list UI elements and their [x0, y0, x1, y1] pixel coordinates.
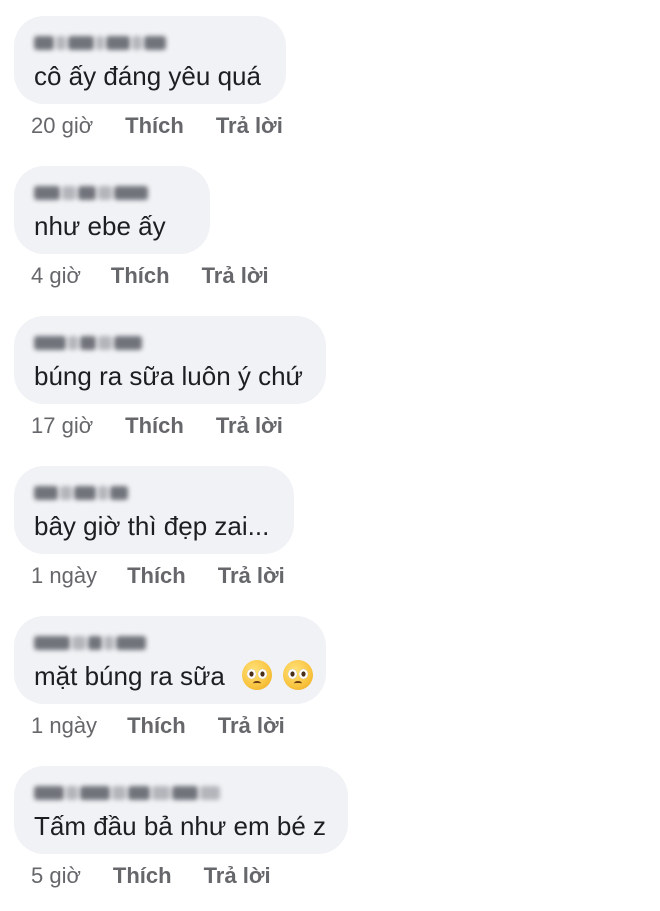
comment-actions: 5 giờ Thích Trả lời [31, 863, 271, 889]
like-button[interactable]: Thích [127, 563, 186, 589]
comment-bubble[interactable]: búng ra sữa luôn ý chứ [14, 316, 326, 404]
comment-timestamp: 1 ngày [31, 563, 98, 588]
comment-actions: 20 giờ Thích Trả lời [31, 113, 283, 139]
blurred-author-name[interactable] [34, 782, 220, 804]
comment-text: cô ấy đáng yêu quá [34, 61, 261, 91]
comment-text: như ebe ấy [34, 211, 166, 241]
like-button[interactable]: Thích [127, 713, 186, 739]
blurred-author-name[interactable] [34, 182, 148, 204]
reply-button[interactable]: Trả lời [218, 563, 285, 589]
blurred-author-name[interactable] [34, 332, 142, 354]
like-button[interactable]: Thích [111, 263, 170, 289]
comment-text: búng ra sữa luôn ý chứ [34, 361, 303, 391]
reply-button[interactable]: Trả lời [202, 263, 269, 289]
comment-actions: 1 ngày Thích Trả lời [31, 563, 285, 589]
comment: búng ra sữa luôn ý chứ 17 giờ Thích Trả … [14, 316, 326, 438]
pleading-face-emoji-icon [283, 660, 314, 690]
comment: mặt búng ra sữa 1 ngày Thích Trả lời [14, 616, 326, 738]
comment-bubble[interactable]: mặt búng ra sữa [14, 616, 326, 704]
comment-timestamp: 4 giờ [31, 263, 81, 288]
reply-button[interactable]: Trả lời [218, 713, 285, 739]
comment-actions: 4 giờ Thích Trả lời [31, 263, 269, 289]
comment: như ebe ấy 4 giờ Thích Trả lời [14, 166, 269, 288]
reply-button[interactable]: Trả lời [204, 863, 271, 889]
blurred-author-name[interactable] [34, 632, 146, 654]
comment-timestamp: 17 giờ [31, 413, 94, 438]
comment-actions: 17 giờ Thích Trả lời [31, 413, 283, 439]
comment-text: bây giờ thì đẹp zai... [34, 511, 270, 541]
comment-bubble[interactable]: bây giờ thì đẹp zai... [14, 466, 294, 554]
comment: bây giờ thì đẹp zai... 1 ngày Thích Trả … [14, 466, 294, 588]
comment-bubble[interactable]: như ebe ấy [14, 166, 210, 254]
comment-text: mặt búng ra sữa [34, 660, 314, 692]
blurred-author-name[interactable] [34, 32, 166, 54]
comment-text-content: mặt búng ra sữa [34, 661, 225, 691]
comment: Tấm đầu bả như em bé z 5 giờ Thích Trả l… [14, 766, 348, 888]
comment-bubble[interactable]: Tấm đầu bả như em bé z [14, 766, 348, 854]
comment-actions: 1 ngày Thích Trả lời [31, 713, 285, 739]
reply-button[interactable]: Trả lời [216, 113, 283, 139]
reply-button[interactable]: Trả lời [216, 413, 283, 439]
comment-text: Tấm đầu bả như em bé z [34, 811, 327, 841]
comment: cô ấy đáng yêu quá 20 giờ Thích Trả lời [14, 16, 286, 138]
like-button[interactable]: Thích [125, 113, 184, 139]
comment-timestamp: 1 ngày [31, 713, 98, 738]
pleading-face-emoji-icon [242, 660, 273, 690]
comment-timestamp: 5 giờ [31, 863, 81, 888]
comment-bubble[interactable]: cô ấy đáng yêu quá [14, 16, 286, 104]
comment-timestamp: 20 giờ [31, 113, 94, 138]
blurred-author-name[interactable] [34, 482, 128, 504]
like-button[interactable]: Thích [125, 413, 184, 439]
like-button[interactable]: Thích [113, 863, 172, 889]
